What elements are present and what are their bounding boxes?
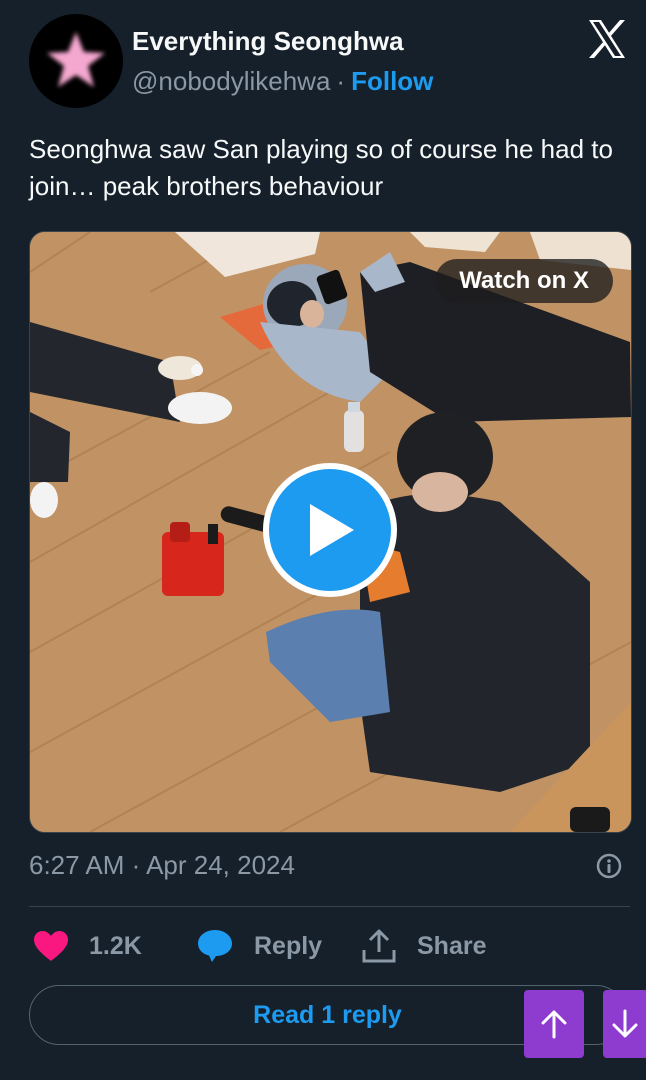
arrow-down-icon bbox=[612, 1009, 637, 1038]
pink-star-icon bbox=[47, 32, 105, 87]
video-thumbnail[interactable]: Watch on X bbox=[29, 231, 632, 833]
heart-icon bbox=[34, 931, 68, 961]
avatar[interactable] bbox=[29, 14, 123, 108]
share-upload-icon bbox=[362, 929, 396, 963]
x-logo-icon[interactable] bbox=[586, 18, 628, 60]
author-handle[interactable]: @nobodylikehwa bbox=[132, 66, 330, 96]
like-button[interactable]: 1.2K bbox=[33, 926, 142, 966]
follow-button[interactable]: Follow bbox=[351, 66, 433, 96]
separator-dot: · bbox=[336, 66, 346, 96]
watch-on-x-button[interactable]: Watch on X bbox=[435, 259, 613, 303]
divider bbox=[29, 906, 630, 907]
play-icon bbox=[310, 504, 354, 556]
author-handle-row: @nobodylikehwa · Follow bbox=[132, 66, 433, 97]
scroll-up-button[interactable] bbox=[524, 990, 584, 1058]
share-button[interactable]: Share bbox=[361, 926, 486, 966]
tweet-embed-card: Everything Seonghwa @nobodylikehwa · Follo… bbox=[0, 0, 646, 1080]
like-count: 1.2K bbox=[89, 931, 142, 960]
reply-label: Reply bbox=[254, 931, 323, 960]
play-button[interactable] bbox=[263, 463, 397, 597]
arrow-up-icon bbox=[541, 1010, 567, 1039]
scroll-down-button[interactable] bbox=[603, 990, 646, 1058]
tweet-text: Seonghwa saw San playing so of course he… bbox=[29, 134, 613, 201]
info-icon[interactable] bbox=[596, 853, 622, 879]
author-display-name[interactable]: Everything Seonghwa bbox=[132, 26, 404, 57]
speech-bubble-icon bbox=[198, 930, 232, 962]
share-label: Share bbox=[417, 931, 487, 960]
tweet-timestamp[interactable]: 6:27 AM · Apr 24, 2024 bbox=[29, 850, 295, 881]
reply-button[interactable]: Reply bbox=[196, 926, 322, 966]
